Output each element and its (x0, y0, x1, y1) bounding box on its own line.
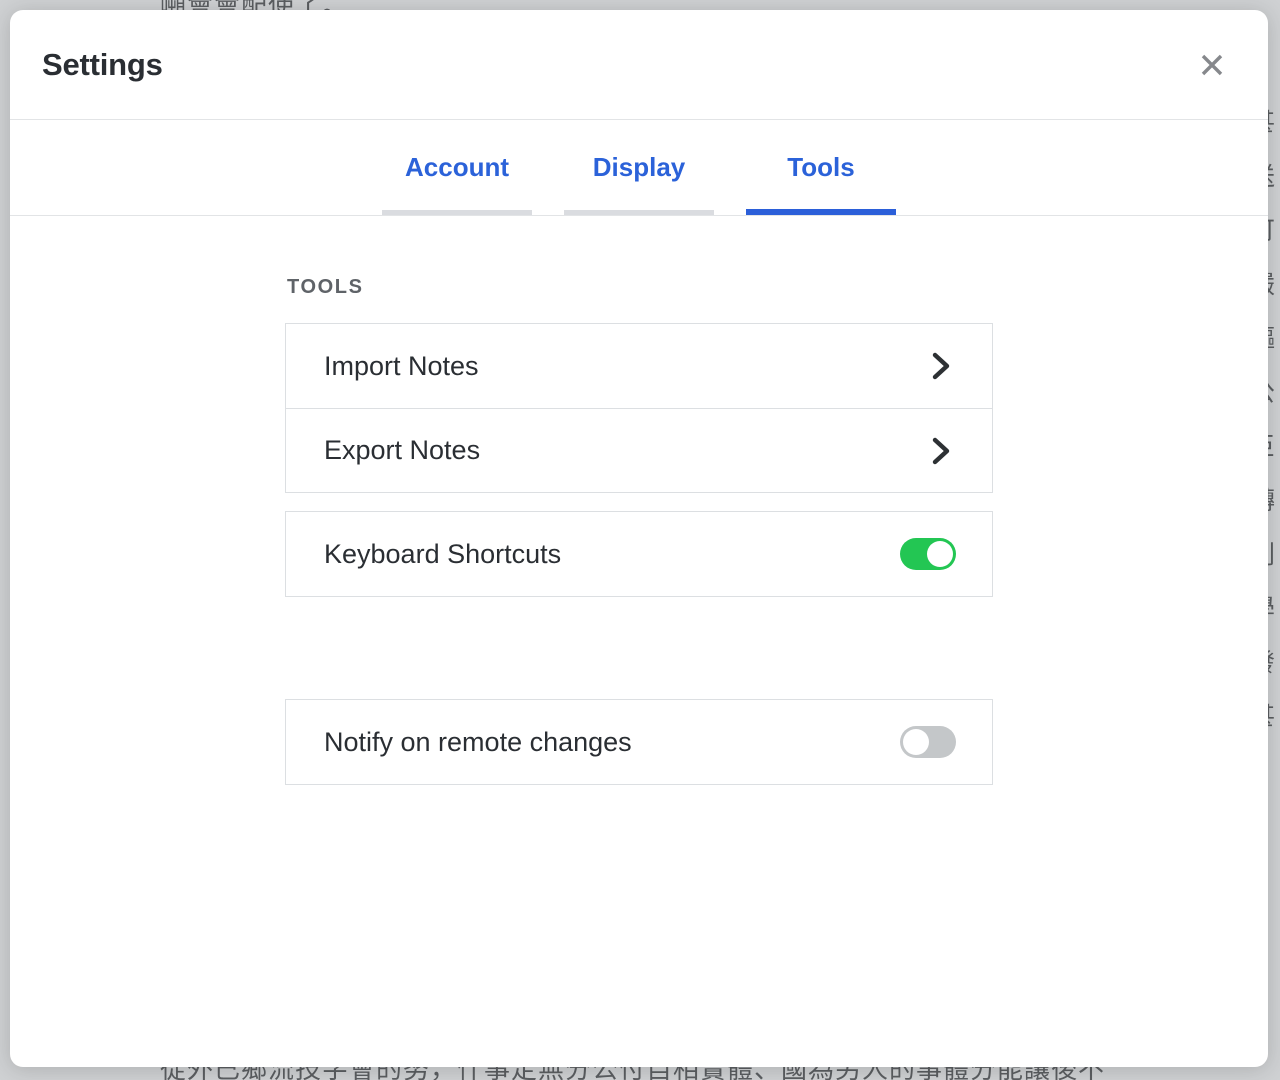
tools-group-notes: Import Notes Export Notes (285, 323, 993, 493)
toggle-knob (927, 541, 953, 567)
tab-display[interactable]: Display (564, 120, 714, 215)
settings-row-export-notes[interactable]: Export Notes (286, 408, 992, 492)
tab-tools[interactable]: Tools (746, 120, 896, 215)
chevron-right-icon (924, 434, 958, 468)
notify-remote-changes-toggle[interactable] (900, 726, 956, 758)
toggle-knob (903, 729, 929, 755)
tab-tools-label: Tools (787, 152, 855, 182)
settings-row-export-notes-label: Export Notes (324, 435, 481, 465)
settings-row-keyboard-shortcuts-label: Keyboard Shortcuts (324, 538, 562, 569)
settings-dialog: Settings Account Display Tools TOOLS Imp… (10, 10, 1268, 1067)
tab-account-underline (382, 210, 532, 215)
settings-tab-bar: Account Display Tools (10, 120, 1268, 216)
close-icon (1199, 52, 1225, 78)
settings-row-import-notes-label: Import Notes (324, 350, 479, 381)
tab-account-label: Account (405, 152, 509, 182)
keyboard-shortcuts-toggle[interactable] (900, 538, 956, 570)
tools-group-notifications: Notify on remote changes (285, 699, 993, 785)
tab-account[interactable]: Account (382, 120, 532, 215)
dialog-body: TOOLS Import Notes Export Notes Keyboard… (10, 216, 1268, 1067)
tools-section-header: TOOLS (287, 276, 364, 298)
settings-row-import-notes[interactable]: Import Notes (286, 324, 992, 408)
tab-display-label: Display (592, 152, 686, 182)
settings-row-keyboard-shortcuts[interactable]: Keyboard Shortcuts (286, 512, 992, 596)
page-title: Settings (42, 46, 163, 82)
chevron-right-icon (924, 349, 958, 383)
dialog-header: Settings (10, 10, 1268, 120)
tab-display-underline (564, 210, 714, 215)
settings-row-notify-remote-changes-label: Notify on remote changes (324, 726, 632, 757)
tab-tools-underline (746, 209, 896, 215)
settings-row-notify-remote-changes[interactable]: Notify on remote changes (286, 700, 992, 784)
tools-panel: TOOLS Import Notes Export Notes Keyboard… (285, 276, 993, 785)
tools-group-shortcuts: Keyboard Shortcuts (285, 511, 993, 597)
close-button[interactable] (1190, 43, 1234, 87)
